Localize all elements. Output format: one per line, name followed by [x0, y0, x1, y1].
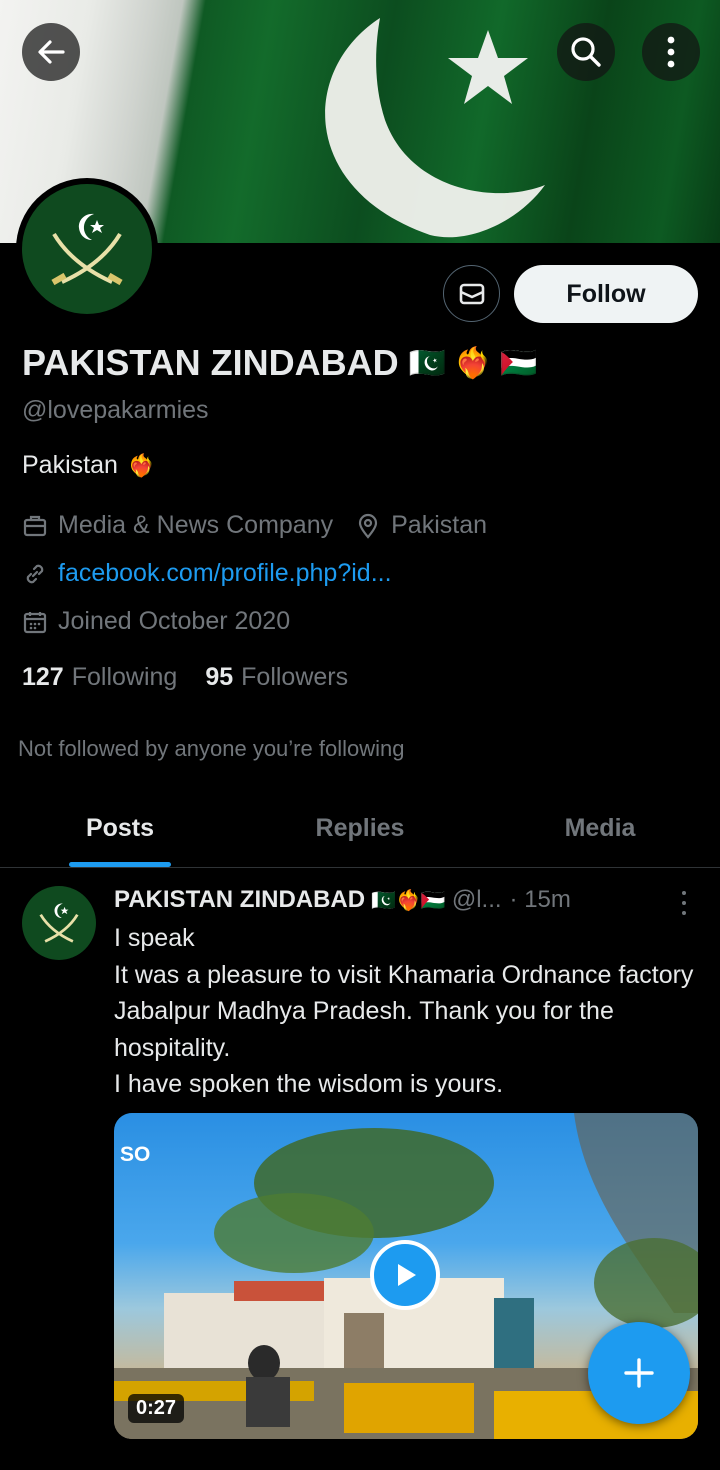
more-vertical-icon [667, 36, 675, 68]
tab-replies[interactable]: Replies [240, 790, 480, 867]
play-button[interactable] [370, 1240, 440, 1310]
calendar-icon [22, 609, 48, 635]
bio-emoji: ❤️‍🔥 [127, 452, 156, 478]
post-header: PAKISTAN ZINDABAD 🇵🇰❤️‍🔥🇵🇸 @l... · 15m [114, 886, 694, 914]
profile-category: Media & News Company [58, 511, 334, 539]
location-pin-icon [355, 513, 381, 539]
post-more-button[interactable] [672, 888, 696, 918]
profile-display-name: PAKISTAN ZINDABAD 🇵🇰 ❤️‍🔥 🇵🇸 [22, 342, 537, 384]
display-name-text: PAKISTAN ZINDABAD [22, 342, 399, 383]
back-button[interactable] [22, 23, 80, 81]
post-text: I speak It was a pleasure to visit Khama… [114, 924, 694, 1099]
bio-text: Pakistan [22, 451, 118, 479]
profile-meta-link: facebook.com/profile.php?id... [22, 559, 392, 588]
followers-count: 95 [205, 663, 234, 691]
follow-counts: 127 Following 95 Followers [22, 663, 348, 692]
search-icon [571, 37, 601, 67]
post-author-handle[interactable]: @l... [452, 886, 502, 914]
post-author-avatar[interactable] [22, 886, 96, 960]
profile-joined: Joined October 2020 [58, 607, 291, 635]
video-duration-badge: 0:27 [128, 1394, 185, 1423]
more-options-button[interactable] [642, 23, 700, 81]
link-icon [22, 561, 48, 587]
play-icon [398, 1264, 416, 1286]
more-vertical-icon [682, 891, 686, 895]
post-timestamp[interactable]: · 15m [510, 886, 571, 914]
post-author-emojis: 🇵🇰❤️‍🔥🇵🇸 [371, 889, 446, 912]
profile-meta-category-location: Media & News Company Pakistan [22, 511, 487, 540]
message-button[interactable] [443, 265, 500, 322]
profile-avatar[interactable] [16, 178, 158, 320]
profile-tabs: Posts Replies Media [0, 790, 720, 868]
profile-meta-joined: Joined October 2020 [22, 607, 290, 636]
followers-label: Followers [241, 663, 349, 691]
army-emblem-icon [39, 903, 79, 943]
profile-bio: Pakistan ❤️‍🔥 [22, 451, 155, 480]
profile-link[interactable]: facebook.com/profile.php?id... [58, 559, 392, 588]
follow-button[interactable]: Follow [514, 265, 698, 323]
profile-handle: @lovepakarmies [22, 396, 209, 424]
display-name-emojis: 🇵🇰 ❤️‍🔥 🇵🇸 [408, 346, 538, 380]
arrow-left-icon [38, 40, 65, 64]
profile-location: Pakistan [391, 511, 488, 539]
following-count: 127 [22, 663, 64, 691]
not-followed-note: Not followed by anyone you’re following [18, 736, 405, 761]
envelope-icon [459, 283, 484, 304]
post-author-name[interactable]: PAKISTAN ZINDABAD [114, 886, 365, 914]
plus-icon [624, 1358, 654, 1388]
army-emblem-icon [51, 213, 123, 286]
compose-post-button[interactable] [588, 1322, 690, 1424]
briefcase-icon [22, 513, 48, 539]
tab-media[interactable]: Media [480, 790, 720, 867]
tab-posts[interactable]: Posts [0, 790, 240, 867]
following-label: Following [71, 663, 178, 691]
followers-link[interactable]: 95 Followers [205, 663, 348, 692]
search-button[interactable] [557, 23, 615, 81]
video-watermark: SO [120, 1143, 151, 1166]
following-link[interactable]: 127 Following [22, 663, 177, 692]
